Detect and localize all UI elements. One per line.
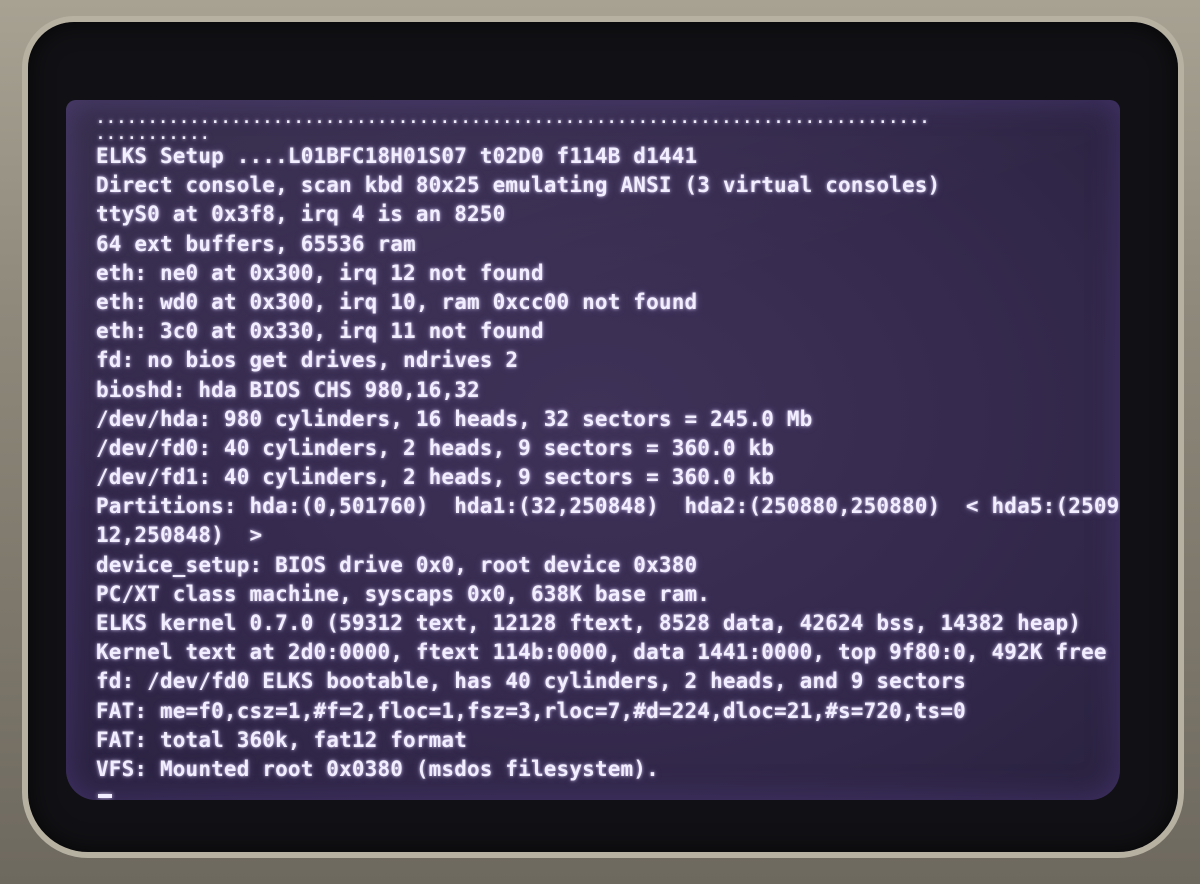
monitor-housing: ........................................… bbox=[0, 0, 1200, 884]
text-cursor[interactable] bbox=[98, 794, 112, 799]
console-line: eth: 3c0 at 0x330, irq 11 not found bbox=[96, 319, 544, 344]
console-line: device_setup: BIOS drive 0x0, root devic… bbox=[96, 552, 698, 577]
progress-dots-line: ........................................… bbox=[96, 109, 931, 127]
console-line: fd: /dev/fd0 ELKS bootable, has 40 cylin… bbox=[96, 669, 966, 694]
console-line: PC/XT class machine, syscaps 0x0, 638K b… bbox=[96, 581, 711, 606]
console-line: VFS: Mounted root 0x0380 (msdos filesyst… bbox=[96, 756, 659, 781]
console-line: ttyS0 at 0x3f8, irq 4 is an 8250 bbox=[96, 202, 506, 227]
console-line: eth: wd0 at 0x300, irq 10, ram 0xcc00 no… bbox=[96, 289, 698, 314]
console-line: Direct console, scan kbd 80x25 emulating… bbox=[96, 173, 941, 198]
console-line: ELKS kernel 0.7.0 (59312 text, 12128 fte… bbox=[96, 611, 1082, 635]
console-line: /dev/fd1: 40 cylinders, 2 heads, 9 secto… bbox=[96, 465, 775, 490]
console-line: 64 ext buffers, 65536 ram bbox=[96, 231, 416, 256]
console-line: /dev/hda: 980 cylinders, 16 heads, 32 se… bbox=[96, 406, 813, 431]
console-line: bioshd: hda BIOS CHS 980,16,32 bbox=[96, 377, 480, 402]
console-line: /dev/fd0: 40 cylinders, 2 heads, 9 secto… bbox=[96, 435, 775, 460]
progress-dots-line: ........... bbox=[96, 125, 211, 143]
console-line: eth: ne0 at 0x300, irq 12 not found bbox=[96, 260, 544, 285]
console-line: FAT: me=f0,csz=1,#f=2,floc=1,fsz=3,rloc=… bbox=[96, 698, 966, 723]
console-line: Partitions: hda:(0,501760) hda1:(32,2508… bbox=[96, 494, 1120, 519]
console-line: FAT: total 360k, fat12 format bbox=[96, 727, 467, 752]
console-line: ELKS Setup ....L01BFC18H01S07 t02D0 f114… bbox=[96, 144, 698, 168]
boot-console: ........................................… bbox=[96, 109, 1120, 799]
crt-screen: ........................................… bbox=[66, 100, 1120, 800]
console-line: fd: no bios get drives, ndrives 2 bbox=[96, 348, 519, 373]
console-line: 12,250848) > bbox=[96, 523, 263, 548]
console-line: Kernel text at 2d0:0000, ftext 114b:0000… bbox=[96, 640, 1107, 665]
